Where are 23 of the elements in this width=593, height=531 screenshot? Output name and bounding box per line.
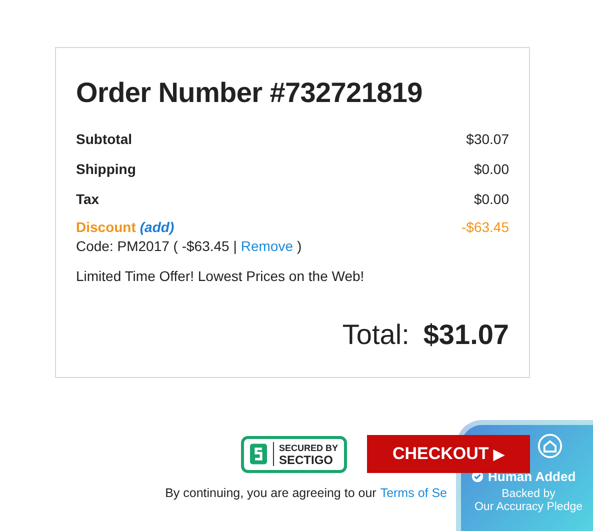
add-discount-link[interactable]: (add) — [140, 219, 174, 235]
line-amount: $0.00 — [474, 191, 509, 207]
discount-label: Discount — [76, 219, 136, 235]
discount-amount: -$63.45 — [462, 219, 509, 235]
remove-link[interactable]: Remove — [240, 238, 293, 254]
closing-paren: ) — [296, 238, 302, 254]
order-title: Order Number #732721819 — [76, 76, 424, 110]
seal-caption: SECURED BY — [278, 442, 338, 454]
offer-text: Limited Time Offer! Lowest Prices on the Web! — [76, 268, 366, 284]
badge-subtitle: Our Accuracy Pledge — [473, 501, 584, 514]
line-label: Shipping — [76, 161, 136, 177]
line-label: Subtotal — [76, 131, 132, 147]
line-amount: $30.07 — [466, 131, 509, 147]
total-amount: $31.07 — [423, 319, 509, 351]
badge-subtitle: Backed by — [500, 488, 556, 501]
line-label: Tax — [76, 191, 100, 207]
terms-link[interactable]: Terms of Se — [380, 486, 447, 500]
discount-code: Code: PM2017 ( -$63.45 | — [76, 238, 237, 254]
seal-brand: SECTIGO — [278, 454, 334, 466]
checkout-button[interactable]: CHECKOUT ▶ — [367, 435, 530, 473]
agreement-text: By continuing, you are agreeing to our — [165, 486, 376, 500]
line-amount: $0.00 — [474, 161, 509, 177]
total-label: Total: — [342, 319, 410, 351]
